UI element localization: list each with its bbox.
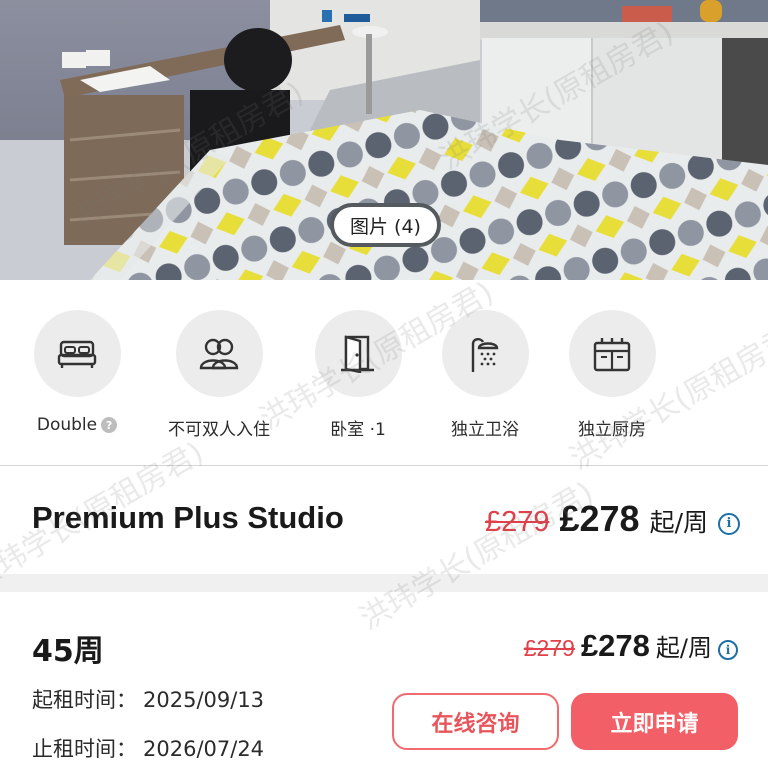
tenancy-price: £279 £278 起/周 i [524, 628, 738, 664]
stove-icon [593, 337, 631, 371]
amenity-icon-circle [314, 310, 402, 397]
amenity-kitchen: 独立厨房 [547, 310, 677, 440]
tenancy-option-card: 45周 £279 £278 起/周 i 起租时间： 2025/09/13 止租时间… [0, 592, 768, 768]
current-price: £278 [580, 628, 650, 663]
amenity-occupancy: 不可双人入住 [154, 310, 284, 440]
original-price: £279 [523, 635, 575, 661]
room-header: Premium Plus Studio £279 £278 起/周 i [0, 466, 768, 574]
amenity-label: Double [36, 415, 98, 435]
current-price: £278 [559, 498, 640, 539]
amenity-double-bed: Double ? [12, 310, 142, 435]
amenity-icon-circle [33, 310, 121, 397]
price-unit: 起/周 [655, 634, 712, 662]
photo-count-badge[interactable]: 图片 (4) [330, 203, 441, 247]
info-icon[interactable]: i [718, 640, 738, 660]
room-price: £279 £278 起/周 i [485, 498, 740, 540]
people-icon [199, 338, 239, 369]
original-price: £279 [484, 506, 550, 538]
amenity-label: 独立厨房 [578, 420, 646, 440]
bed-icon [57, 340, 97, 368]
amenity-icon-circle [568, 310, 656, 397]
amenity-label: 卧室 ·1 [330, 420, 386, 440]
room-title: Premium Plus Studio [32, 500, 344, 535]
shower-icon [471, 337, 499, 372]
info-icon[interactable]: i [718, 512, 740, 535]
start-date-row: 起租时间： 2025/09/13 [32, 684, 264, 714]
amenity-label: 独立卫浴 [451, 420, 519, 440]
end-date-value: 2026/07/24 [143, 737, 265, 761]
tenancy-length: 45周 [32, 634, 104, 669]
apply-now-button[interactable]: 立即申请 [571, 693, 738, 750]
online-consult-button[interactable]: 在线咨询 [392, 693, 559, 750]
start-date-value: 2025/09/13 [143, 688, 265, 712]
amenity-ensuite: 独立卫浴 [420, 310, 550, 440]
amenity-label: 不可双人入住 [168, 420, 270, 440]
room-photo-gallery[interactable]: 图片 (4) [0, 0, 768, 280]
section-gap [0, 574, 768, 592]
price-unit: 起/周 [649, 508, 708, 537]
start-date-label: 起租时间： [32, 688, 137, 712]
amenity-icon-circle [175, 310, 263, 397]
amenity-bedroom: 卧室 ·1 [293, 310, 423, 440]
end-date-label: 止租时间： [32, 737, 137, 761]
amenity-icon-circle [441, 310, 529, 397]
door-icon [341, 334, 374, 373]
help-icon[interactable]: ? [101, 417, 118, 433]
amenities-row: Double ? 不可双人入住 卧室 ·1 独立卫浴 独立厨房 [0, 280, 768, 465]
end-date-row: 止租时间： 2026/07/24 [32, 733, 264, 763]
